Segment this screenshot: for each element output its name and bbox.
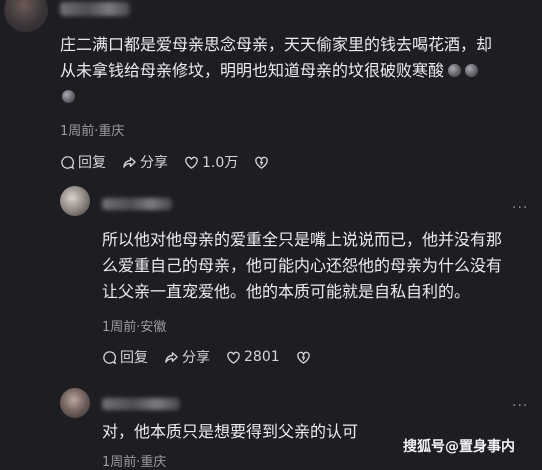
like-count: 2801 [244,349,280,365]
like-count: 1.0万 [202,155,239,171]
like-icon [185,156,198,169]
share-label: 分享 [140,155,168,171]
emoji-icon [448,64,462,77]
share-button[interactable]: 分享 [164,347,210,367]
emoji-icon [62,90,75,103]
comment-meta: 1周前·重庆 [60,124,125,139]
more-icon[interactable]: ··· [512,200,528,216]
share-icon [123,156,136,168]
reply-button[interactable]: 回复 [60,152,106,172]
dislike-button[interactable] [254,155,272,170]
comment-meta: 1周前·安徽 [102,320,167,335]
reply-button[interactable]: 回复 [102,347,148,367]
comment-meta: 1周前·重庆 [102,455,167,470]
comment-line: 庄二满口都是爱母亲思念母亲，天天偷家里的钱去喝花酒，却 [60,35,493,54]
like-icon [227,351,240,364]
avatar[interactable] [60,186,90,216]
reply-label: 回复 [120,350,148,366]
avatar[interactable] [60,388,90,418]
share-icon [165,351,178,363]
share-label: 分享 [182,350,210,366]
blurred-username [102,198,172,210]
dislike-button[interactable] [296,350,314,365]
avatar[interactable] [4,0,48,32]
comment-line: 所以他对他母亲的爱重全只是嘴上说说而已，他并没有那 [102,230,503,249]
comment-actions: 回复 分享 2801 [102,347,330,367]
like-button[interactable]: 2801 [226,349,280,365]
comment-text: 庄二满口都是爱母亲思念母亲，天天偷家里的钱去喝花酒，却 从未拿钱给母亲修坟，明明… [60,32,530,110]
dislike-icon [255,156,269,169]
dislike-icon [296,351,310,364]
reply-icon [103,350,117,364]
share-button[interactable]: 分享 [122,152,168,172]
watermark: 搜狐号@置身事内 [403,439,515,455]
more-icon[interactable]: ··· [512,398,528,414]
emoji-icon [465,64,479,77]
blurred-username [102,398,180,410]
comment-actions: 回复 分享 1.0万 [60,152,288,172]
comment-line: 从未拿钱给母亲修坟，明明也知道母亲的坟很破败寒酸 [60,61,445,80]
like-button[interactable]: 1.0万 [184,152,238,172]
blurred-username [60,2,130,16]
comment-text: 所以他对他母亲的爱重全只是嘴上说说而已，他并没有那 么爱重自己的母亲，他可能内心… [102,227,532,305]
comment-line: 让父亲一直宠爱他。他的本质可能就是自私自利的。 [102,282,471,301]
reply-icon [61,155,75,169]
reply-label: 回复 [78,155,106,171]
comment-line: 么爱重自己的母亲，他可能内心还怨他的母亲为什么没有 [102,256,503,275]
